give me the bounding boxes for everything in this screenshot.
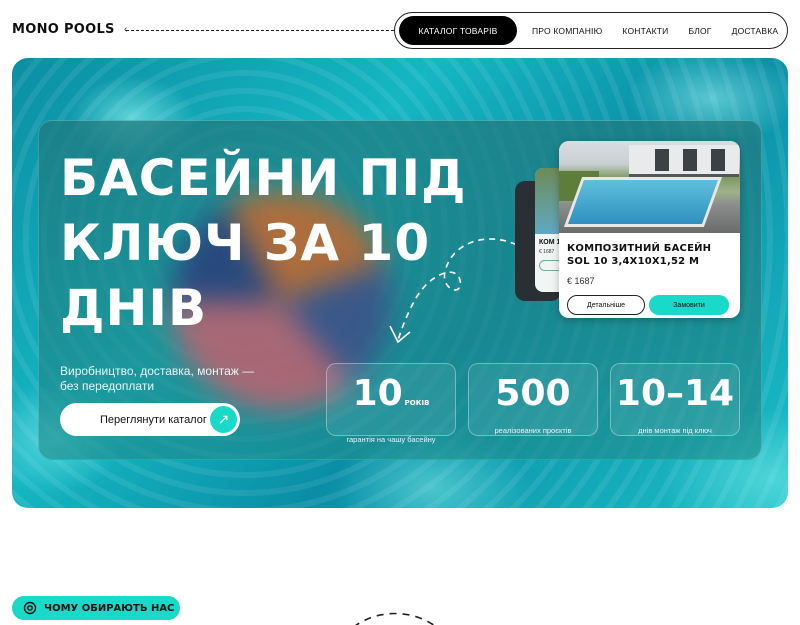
stat-value: 500 — [495, 373, 571, 414]
stat-warranty: 10 РОКІВ гарантія на чашу басейну — [326, 363, 456, 444]
pool-product-image — [559, 141, 740, 233]
nav-item-blog[interactable]: БЛОГ — [688, 26, 711, 36]
view-catalog-button[interactable]: Переглянути каталог ↗ — [60, 403, 240, 436]
why-choose-us-label: ЧОМУ ОБИРАЮТЬ НАС — [44, 602, 175, 614]
product-card[interactable]: КОМПОЗИТНИЙ БАСЕЙН SOL 10 3,4Х10Х1,52 М … — [559, 141, 740, 318]
lifebuoy-icon — [23, 601, 37, 615]
product-title: КОМПОЗИТНИЙ БАСЕЙН SOL 10 3,4Х10Х1,52 М — [567, 243, 712, 267]
nav-item-catalog[interactable]: КАТАЛОГ ТОВАРІВ — [399, 16, 517, 45]
stat-projects: 500 реалізованих проєктів — [468, 363, 598, 436]
nav-item-about[interactable]: ПРО КОМПАНІЮ — [532, 26, 602, 36]
product-actions: Детальніше Замовити — [559, 286, 740, 315]
order-button[interactable]: Замовити — [649, 295, 729, 315]
view-catalog-label: Переглянути каталог — [100, 413, 207, 426]
stat-value: 10–14 — [615, 373, 735, 414]
main-nav: КАТАЛОГ ТОВАРІВ ПРО КОМПАНІЮ КОНТАКТИ БЛ… — [394, 12, 788, 49]
decorative-dashed-line — [126, 30, 394, 31]
decorative-dashed-arc — [355, 612, 435, 625]
hero-section: БАСЕЙНИ ПІД КЛЮЧ ЗА 10 ДНІВ Виробництво,… — [12, 58, 788, 508]
why-choose-us-badge: ЧОМУ ОБИРАЮТЬ НАС — [12, 596, 180, 620]
details-button[interactable]: Детальніше — [567, 295, 645, 315]
stat-value: 10 — [352, 373, 403, 414]
nav-item-delivery[interactable]: ДОСТАВКА — [732, 26, 779, 36]
product-price: € 1687 — [567, 276, 595, 286]
logo[interactable]: MONO POOLS — [12, 22, 115, 37]
nav-item-contacts[interactable]: КОНТАКТИ — [622, 26, 668, 36]
curly-arrow-icon — [389, 238, 527, 344]
stat-label: реалізованих проєктів — [494, 426, 572, 435]
stat-installation: 10–14 днів монтаж під ключ — [610, 363, 740, 436]
stat-label: днів монтаж під ключ — [638, 426, 712, 435]
hero-subtitle: Виробництво, доставка, монтаж — без пере… — [60, 364, 255, 393]
stat-label: гарантія на чашу басейну — [346, 435, 436, 444]
arrow-up-right-icon: ↗ — [210, 406, 237, 433]
stat-unit: РОКІВ — [404, 399, 430, 407]
